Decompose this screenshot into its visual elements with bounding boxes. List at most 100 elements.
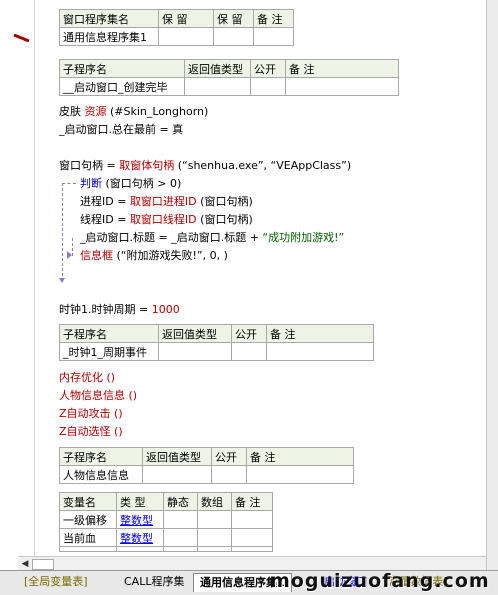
col-header: 窗口程序集名 xyxy=(59,9,159,28)
scroll-thumb[interactable] xyxy=(32,559,54,570)
table-cell[interactable] xyxy=(163,528,198,547)
arrow-down-icon xyxy=(59,278,65,283)
table-cell[interactable] xyxy=(158,342,232,361)
col-header: 子程序名 xyxy=(59,59,185,78)
code-token: 1000 xyxy=(151,303,180,316)
vertical-scrollbar[interactable] xyxy=(486,0,498,570)
table-cell[interactable] xyxy=(231,546,273,552)
col-header: 子程序名 xyxy=(59,447,143,466)
subroutine-name-cell[interactable]: __启动窗口_创建完毕 xyxy=(59,77,185,96)
col-header: 数组 xyxy=(197,492,232,511)
table-cell[interactable] xyxy=(197,546,232,552)
code-token: (窗口句柄 > 0) xyxy=(105,177,182,190)
pencil-icon xyxy=(13,34,30,42)
code-line-timer-period[interactable]: 时钟1.时钟周期 = 1000 xyxy=(59,301,180,317)
table-cell[interactable] xyxy=(197,528,232,547)
table-cell[interactable] xyxy=(231,342,267,361)
table-cell[interactable] xyxy=(231,510,273,529)
variable-name-cell[interactable]: 一级偏移 xyxy=(59,510,117,529)
code-token: 取窗体句柄 xyxy=(119,159,175,172)
code-line-msgbox[interactable]: 信息框 (“附加游戏失败!”, 0, ) xyxy=(80,247,228,263)
table-cell[interactable] xyxy=(266,342,374,361)
table-cell[interactable] xyxy=(142,465,212,484)
code-line-title[interactable]: _启动窗口.标题 = _启动窗口.标题 + “成功附加游戏!” xyxy=(80,229,344,245)
col-header: 备 注 xyxy=(253,9,294,28)
scroll-left-icon[interactable]: ◀ xyxy=(20,559,30,569)
table-cell[interactable] xyxy=(253,27,294,46)
watermark: moguizuofang.com xyxy=(270,570,490,592)
code-token: 线程ID = xyxy=(80,213,130,226)
code-line-thread-id[interactable]: 线程ID = 取窗口线程ID (窗口句柄) xyxy=(80,211,253,227)
code-token: (窗口句柄) xyxy=(200,213,253,226)
code-token: 资源 xyxy=(84,105,107,118)
col-header: 变量名 xyxy=(59,492,117,511)
tab-global-variables[interactable]: [全局变量表] xyxy=(18,573,94,591)
variable-name-cell[interactable]: 当前血 xyxy=(59,528,117,547)
code-token: _启动窗口.标题 = _启动窗口.标题 + xyxy=(80,231,263,244)
code-line-call[interactable]: Z自动攻击 () xyxy=(59,405,123,421)
code-line-if[interactable]: 判断 (窗口句柄 > 0) xyxy=(80,175,181,191)
assembly-name-cell[interactable]: 通用信息程序集1 xyxy=(59,27,159,46)
col-header: 备 注 xyxy=(285,59,399,78)
col-header: 公开 xyxy=(231,324,267,343)
col-header: 备 注 xyxy=(231,492,273,511)
horizontal-scrollbar[interactable]: ◀ xyxy=(18,556,486,571)
variable-name-cell[interactable] xyxy=(59,546,117,552)
table-cell[interactable] xyxy=(116,546,164,552)
table-cell[interactable] xyxy=(250,77,286,96)
table-cell[interactable] xyxy=(246,465,354,484)
table-cell[interactable] xyxy=(163,546,198,552)
table-cell[interactable] xyxy=(213,27,254,46)
col-header: 类 型 xyxy=(116,492,164,511)
col-header: 公开 xyxy=(211,447,247,466)
code-token: 时钟1.时钟周期 = xyxy=(59,303,152,316)
code-line-call[interactable]: 内存优化 () xyxy=(59,369,115,385)
code-token: (“附加游戏失败!”, 0, ) xyxy=(116,249,228,262)
table-cell[interactable] xyxy=(231,528,273,547)
code-token: 判断 xyxy=(80,177,102,190)
code-line-skin[interactable]: 皮肤 资源 (#Skin_Longhorn) xyxy=(59,103,208,119)
col-header: 保 留 xyxy=(158,9,214,28)
col-header: 返回值类型 xyxy=(184,59,251,78)
col-header: 备 注 xyxy=(266,324,374,343)
table-cell[interactable] xyxy=(184,77,251,96)
code-line-process-id[interactable]: 进程ID = 取窗口进程ID (窗口句柄) xyxy=(80,193,253,209)
col-header: 保 留 xyxy=(213,9,254,28)
subroutine-name-cell[interactable]: 人物信息信息 xyxy=(59,465,143,484)
col-header: 备 注 xyxy=(246,447,354,466)
code-token: (#Skin_Longhorn) xyxy=(110,105,209,118)
variable-type-link[interactable]: 整数型 xyxy=(116,528,164,547)
code-token: “成功附加游戏!” xyxy=(262,231,345,244)
code-token: 窗口句柄 = xyxy=(59,159,120,172)
flow-line xyxy=(62,183,63,276)
variable-type-link[interactable]: 整数型 xyxy=(116,510,164,529)
subroutine-table-2: 子程序名 返回值类型 公开 备 注 _时钟1_周期事件 xyxy=(59,324,374,361)
tab-call-assembly[interactable]: CALL程序集 xyxy=(118,573,190,591)
subroutine-name-cell[interactable]: _时钟1_周期事件 xyxy=(59,342,159,361)
code-token: 取窗口线程ID xyxy=(129,213,197,226)
code-line-topmost[interactable]: _启动窗口.总在最前 = 真 xyxy=(59,121,183,137)
flow-line xyxy=(72,238,73,256)
code-token: (窗口句柄) xyxy=(200,195,253,208)
code-line-call[interactable]: Z自动选怪 () xyxy=(59,423,123,439)
code-token: 进程ID = xyxy=(80,195,130,208)
code-line-get-handle[interactable]: 窗口句柄 = 取窗体句柄 (“shenhua.exe”, “VEAppClass… xyxy=(59,157,351,173)
code-token: 取窗口进程ID xyxy=(129,195,197,208)
table-cell[interactable] xyxy=(285,77,399,96)
code-token: 信息框 xyxy=(80,249,113,262)
code-token: (“shenhua.exe”, “VEAppClass”) xyxy=(177,159,352,172)
arrow-right-icon xyxy=(67,251,72,259)
col-header: 公开 xyxy=(250,59,286,78)
line-gutter xyxy=(0,0,35,556)
flow-line xyxy=(62,183,76,184)
variable-table: 变量名 类 型 静态 数组 备 注 一级偏移 整数型 当前血 整数型 xyxy=(59,492,273,552)
table-cell[interactable] xyxy=(211,465,247,484)
table-cell[interactable] xyxy=(163,510,198,529)
subroutine-table-3: 子程序名 返回值类型 公开 备 注 人物信息信息 xyxy=(59,447,354,484)
table-cell[interactable] xyxy=(158,27,214,46)
subroutine-table-1: 子程序名 返回值类型 公开 备 注 __启动窗口_创建完毕 xyxy=(59,59,399,96)
code-line-call[interactable]: 人物信息信息 () xyxy=(59,387,137,403)
code-token: 皮肤 xyxy=(59,105,81,118)
table-cell[interactable] xyxy=(197,510,232,529)
assembly-table: 窗口程序集名 保 留 保 留 备 注 通用信息程序集1 xyxy=(59,9,294,46)
